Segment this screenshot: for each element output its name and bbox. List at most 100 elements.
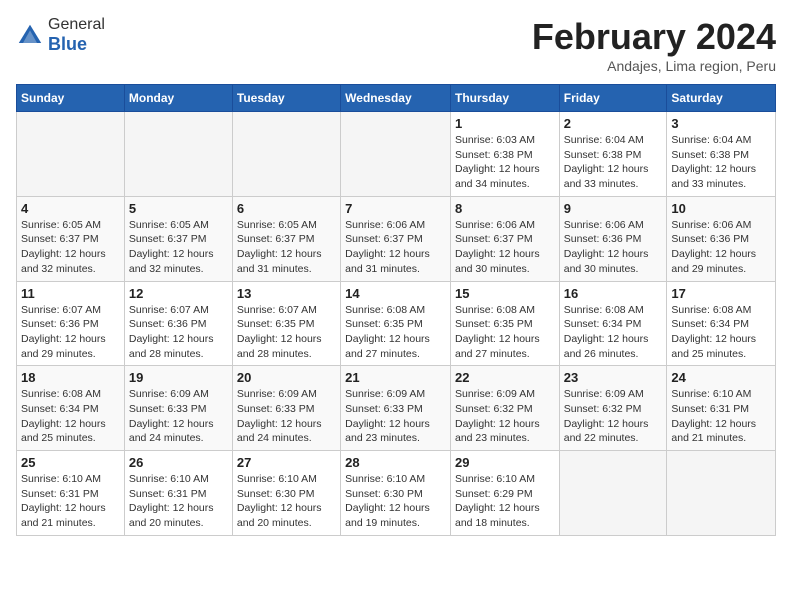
day-number: 8 xyxy=(455,201,555,216)
day-number: 4 xyxy=(21,201,120,216)
day-info: Sunrise: 6:09 AMSunset: 6:33 PMDaylight:… xyxy=(345,387,446,446)
calendar-week-row: 25 Sunrise: 6:10 AMSunset: 6:31 PMDayligh… xyxy=(17,451,776,536)
day-number: 26 xyxy=(129,455,228,470)
calendar-cell xyxy=(667,451,776,536)
day-number: 10 xyxy=(671,201,771,216)
calendar-cell: 14 Sunrise: 6:08 AMSunset: 6:35 PMDayligh… xyxy=(341,281,451,366)
day-number: 29 xyxy=(455,455,555,470)
logo-text: General Blue xyxy=(48,16,105,55)
day-info: Sunrise: 6:10 AMSunset: 6:31 PMDaylight:… xyxy=(129,472,228,531)
day-number: 7 xyxy=(345,201,446,216)
calendar-cell: 2 Sunrise: 6:04 AMSunset: 6:38 PMDaylight… xyxy=(559,112,667,197)
calendar-cell: 5Sunrise: 6:05 AMSunset: 6:37 PMDaylight… xyxy=(124,196,232,281)
calendar-cell: 16 Sunrise: 6:08 AMSunset: 6:34 PMDayligh… xyxy=(559,281,667,366)
location-subtitle: Andajes, Lima region, Peru xyxy=(532,58,776,74)
calendar-cell: 8 Sunrise: 6:06 AMSunset: 6:37 PMDaylight… xyxy=(450,196,559,281)
calendar-cell: 13Sunrise: 6:07 AMSunset: 6:35 PMDayligh… xyxy=(232,281,340,366)
day-info: Sunrise: 6:09 AMSunset: 6:33 PMDaylight:… xyxy=(129,387,228,446)
calendar-cell xyxy=(232,112,340,197)
day-number: 6 xyxy=(237,201,336,216)
day-info: Sunrise: 6:07 AMSunset: 6:36 PMDaylight:… xyxy=(129,303,228,362)
calendar-cell xyxy=(124,112,232,197)
calendar-cell: 27 Sunrise: 6:10 AMSunset: 6:30 PMDayligh… xyxy=(232,451,340,536)
calendar-cell: 23 Sunrise: 6:09 AMSunset: 6:32 PMDayligh… xyxy=(559,366,667,451)
calendar-cell xyxy=(559,451,667,536)
day-info: Sunrise: 6:08 AMSunset: 6:35 PMDaylight:… xyxy=(345,303,446,362)
calendar-cell: 29Sunrise: 6:10 AMSunset: 6:29 PMDayligh… xyxy=(450,451,559,536)
day-number: 14 xyxy=(345,286,446,301)
calendar-week-row: 11 Sunrise: 6:07 AMSunset: 6:36 PMDayligh… xyxy=(17,281,776,366)
day-info: Sunrise: 6:04 AMSunset: 6:38 PMDaylight:… xyxy=(671,133,771,192)
calendar-header: SundayMondayTuesdayWednesdayThursdayFrid… xyxy=(17,85,776,112)
day-info: Sunrise: 6:07 AMSunset: 6:35 PMDaylight:… xyxy=(237,303,336,362)
day-info: Sunrise: 6:09 AMSunset: 6:32 PMDaylight:… xyxy=(564,387,663,446)
day-info: Sunrise: 6:06 AMSunset: 6:37 PMDaylight:… xyxy=(345,218,446,277)
day-info: Sunrise: 6:10 AMSunset: 6:31 PMDaylight:… xyxy=(21,472,120,531)
calendar-cell: 6 Sunrise: 6:05 AMSunset: 6:37 PMDaylight… xyxy=(232,196,340,281)
day-info: Sunrise: 6:06 AMSunset: 6:37 PMDaylight:… xyxy=(455,218,555,277)
day-info: Sunrise: 6:08 AMSunset: 6:34 PMDaylight:… xyxy=(564,303,663,362)
page-header: General Blue February 2024 Andajes, Lima… xyxy=(16,16,776,74)
month-year-title: February 2024 xyxy=(532,16,776,58)
day-number: 3 xyxy=(671,116,771,131)
day-number: 1 xyxy=(455,116,555,131)
day-number: 28 xyxy=(345,455,446,470)
day-of-week-header: Wednesday xyxy=(341,85,451,112)
calendar-cell: 25 Sunrise: 6:10 AMSunset: 6:31 PMDayligh… xyxy=(17,451,125,536)
day-info: Sunrise: 6:08 AMSunset: 6:35 PMDaylight:… xyxy=(455,303,555,362)
day-info: Sunrise: 6:07 AMSunset: 6:36 PMDaylight:… xyxy=(21,303,120,362)
calendar-week-row: 18 Sunrise: 6:08 AMSunset: 6:34 PMDayligh… xyxy=(17,366,776,451)
day-number: 23 xyxy=(564,370,663,385)
calendar-cell: 4Sunrise: 6:05 AMSunset: 6:37 PMDaylight… xyxy=(17,196,125,281)
day-number: 25 xyxy=(21,455,120,470)
day-info: Sunrise: 6:08 AMSunset: 6:34 PMDaylight:… xyxy=(671,303,771,362)
calendar-cell: 21 Sunrise: 6:09 AMSunset: 6:33 PMDayligh… xyxy=(341,366,451,451)
logo: General Blue xyxy=(16,16,105,55)
calendar-cell: 15 Sunrise: 6:08 AMSunset: 6:35 PMDayligh… xyxy=(450,281,559,366)
calendar-body: 1 Sunrise: 6:03 AMSunset: 6:38 PMDaylight… xyxy=(17,112,776,536)
day-number: 27 xyxy=(237,455,336,470)
calendar-cell: 7 Sunrise: 6:06 AMSunset: 6:37 PMDaylight… xyxy=(341,196,451,281)
day-info: Sunrise: 6:10 AMSunset: 6:30 PMDaylight:… xyxy=(237,472,336,531)
logo-general-text: General xyxy=(48,16,105,33)
calendar-cell: 19 Sunrise: 6:09 AMSunset: 6:33 PMDayligh… xyxy=(124,366,232,451)
day-number: 12 xyxy=(129,286,228,301)
day-number: 2 xyxy=(564,116,663,131)
day-number: 5 xyxy=(129,201,228,216)
calendar-cell: 1 Sunrise: 6:03 AMSunset: 6:38 PMDaylight… xyxy=(450,112,559,197)
day-number: 16 xyxy=(564,286,663,301)
calendar-cell xyxy=(17,112,125,197)
calendar-cell: 12 Sunrise: 6:07 AMSunset: 6:36 PMDayligh… xyxy=(124,281,232,366)
day-number: 15 xyxy=(455,286,555,301)
day-info: Sunrise: 6:10 AMSunset: 6:31 PMDaylight:… xyxy=(671,387,771,446)
day-number: 18 xyxy=(21,370,120,385)
day-info: Sunrise: 6:04 AMSunset: 6:38 PMDaylight:… xyxy=(564,133,663,192)
day-info: Sunrise: 6:10 AMSunset: 6:30 PMDaylight:… xyxy=(345,472,446,531)
calendar-cell: 26 Sunrise: 6:10 AMSunset: 6:31 PMDayligh… xyxy=(124,451,232,536)
day-number: 19 xyxy=(129,370,228,385)
calendar-cell: 3 Sunrise: 6:04 AMSunset: 6:38 PMDaylight… xyxy=(667,112,776,197)
calendar-cell: 18 Sunrise: 6:08 AMSunset: 6:34 PMDayligh… xyxy=(17,366,125,451)
calendar-week-row: 4 Sunrise: 6:05 AMSunset: 6:37 PMDaylight… xyxy=(17,196,776,281)
calendar-cell xyxy=(341,112,451,197)
day-number: 11 xyxy=(21,286,120,301)
calendar-cell: 24Sunrise: 6:10 AMSunset: 6:31 PMDayligh… xyxy=(667,366,776,451)
day-of-week-header: Sunday xyxy=(17,85,125,112)
day-number: 17 xyxy=(671,286,771,301)
day-info: Sunrise: 6:09 AMSunset: 6:33 PMDaylight:… xyxy=(237,387,336,446)
day-of-week-header: Tuesday xyxy=(232,85,340,112)
day-info: Sunrise: 6:06 AMSunset: 6:36 PMDaylight:… xyxy=(564,218,663,277)
title-block: February 2024 Andajes, Lima region, Peru xyxy=(532,16,776,74)
calendar-cell: 9Sunrise: 6:06 AMSunset: 6:36 PMDaylight… xyxy=(559,196,667,281)
logo-icon xyxy=(16,22,44,50)
calendar-table: SundayMondayTuesdayWednesdayThursdayFrid… xyxy=(16,84,776,536)
days-of-week-row: SundayMondayTuesdayWednesdayThursdayFrid… xyxy=(17,85,776,112)
day-info: Sunrise: 6:05 AMSunset: 6:37 PMDaylight:… xyxy=(237,218,336,277)
day-info: Sunrise: 6:08 AMSunset: 6:34 PMDaylight:… xyxy=(21,387,120,446)
day-info: Sunrise: 6:03 AMSunset: 6:38 PMDaylight:… xyxy=(455,133,555,192)
day-of-week-header: Friday xyxy=(559,85,667,112)
day-number: 20 xyxy=(237,370,336,385)
day-number: 21 xyxy=(345,370,446,385)
calendar-cell: 10Sunrise: 6:06 AMSunset: 6:36 PMDayligh… xyxy=(667,196,776,281)
calendar-cell: 17 Sunrise: 6:08 AMSunset: 6:34 PMDayligh… xyxy=(667,281,776,366)
